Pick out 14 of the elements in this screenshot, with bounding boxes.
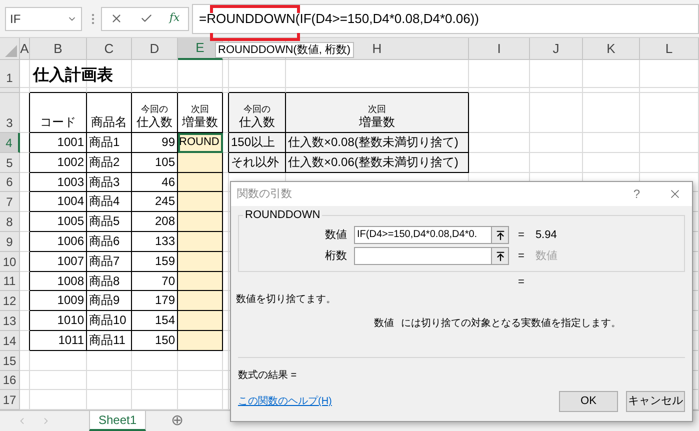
argument-result: 数値: [535, 248, 558, 264]
sheet-title: 仕入計画表: [33, 65, 113, 86]
equals-sign: =: [518, 228, 524, 243]
argument-label: 桁数: [325, 248, 348, 264]
formula-result: 数式の結果 =: [238, 368, 298, 383]
function-description: 数値を切り捨てます。: [236, 292, 337, 307]
equals-sign: =: [518, 276, 526, 288]
argument-help: には切り捨ての対象となる実数値を指定します。: [401, 316, 621, 331]
function-tooltip: ROUNDDOWN(数値, 桁数): [215, 42, 354, 58]
argument-label: 数値: [325, 228, 348, 243]
dialog-title: 関数の引数: [237, 186, 293, 202]
argument-help-name: 数値: [374, 317, 394, 331]
equals-sign: =: [518, 248, 524, 264]
argument-result: 5.94: [535, 228, 557, 243]
